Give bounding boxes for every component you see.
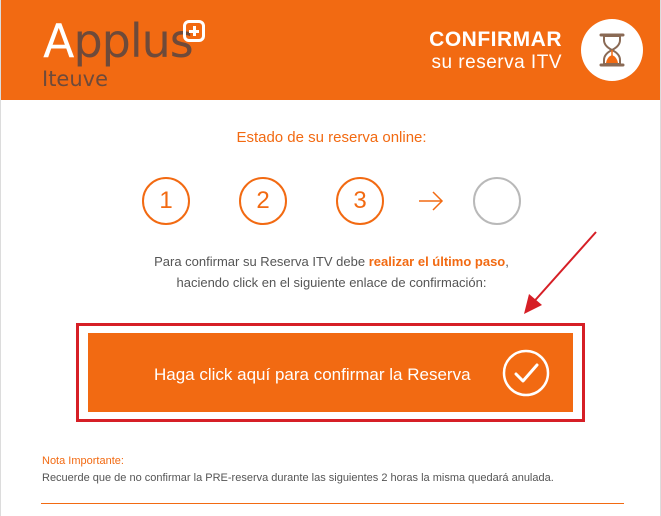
instruction-line-1-start: Para confirmar su Reserva ITV debe	[154, 254, 369, 269]
logo-subtitle: Iteuve	[42, 67, 109, 91]
applus-logo: Applus	[43, 18, 194, 64]
header-banner: Applus Iteuve CONFIRMAR su reserva ITV	[1, 0, 660, 100]
header-title: CONFIRMAR	[429, 28, 562, 51]
arrow-right-icon	[417, 189, 445, 218]
step-3-circle: 3	[336, 177, 384, 225]
note-text: Recuerde que de no confirmar la PRE-rese…	[42, 472, 554, 484]
logo-letters-pplus: pplus	[73, 14, 193, 68]
confirm-button-label: Haga click aquí para confirmar la Reserv…	[154, 365, 471, 384]
bottom-divider	[41, 503, 624, 504]
step-2-circle: 2	[239, 177, 287, 225]
confirm-reservation-button[interactable]: Haga click aquí para confirmar la Reserv…	[88, 333, 573, 412]
step-final-circle	[473, 177, 521, 225]
check-circle-icon	[502, 349, 550, 400]
logo-letter-a: A	[43, 14, 74, 68]
header-subtitle: su reserva ITV	[431, 52, 562, 73]
note-title: Nota Importante:	[42, 455, 124, 467]
instruction-highlight: realizar el último paso	[368, 254, 506, 269]
annotation-arrow-icon	[516, 226, 602, 323]
email-frame: Applus Iteuve CONFIRMAR su reserva ITV E…	[0, 0, 661, 516]
logo-plus-icon	[183, 20, 205, 42]
instruction-line-1-end: ,	[505, 254, 509, 269]
status-title: Estado de su reserva online:	[236, 129, 427, 146]
step-1-circle: 1	[142, 177, 190, 225]
hourglass-icon	[581, 19, 643, 81]
